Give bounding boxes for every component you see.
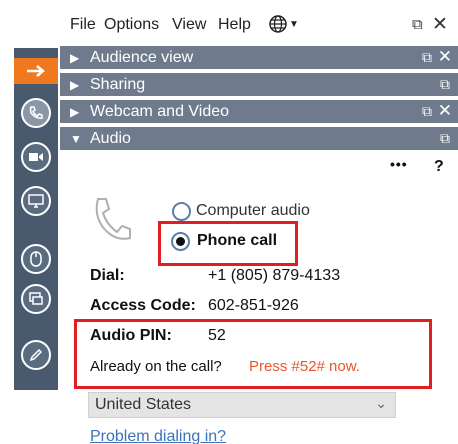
panel-title: Webcam and Video — [90, 103, 230, 120]
screen-share-toolbar-button[interactable] — [21, 186, 51, 216]
chevron-down-icon: ▼ — [289, 18, 299, 30]
menu-file[interactable]: File — [70, 16, 96, 34]
phone-call-radio[interactable] — [171, 232, 190, 251]
press-pin-instruction: Press #52# now. — [249, 358, 360, 375]
menu-view[interactable]: View — [172, 16, 206, 34]
monitor-icon — [28, 194, 44, 208]
dial-value: +1 (805) 879-4133 — [208, 267, 341, 284]
country-select-value: United States — [95, 396, 192, 413]
popout-icon[interactable]: ⧉ — [440, 130, 450, 147]
collapse-triangle-icon: ▼ — [70, 132, 82, 146]
computer-audio-radio[interactable] — [172, 202, 191, 221]
popout-icon[interactable]: ⧉ — [412, 16, 423, 33]
popout-icon[interactable]: ⧉ — [440, 76, 450, 93]
left-toolbar — [14, 48, 58, 390]
problem-dialing-link[interactable]: Problem dialing in? — [90, 428, 226, 444]
audio-pin-label: Audio PIN: — [90, 327, 172, 344]
language-menu[interactable]: ▼ — [268, 14, 299, 34]
popout-icon[interactable]: ⧉ — [422, 49, 432, 66]
chat-windows-icon — [29, 292, 43, 305]
menu-bar: File Options View Help ▼ ⧉ ✕ — [60, 6, 458, 42]
computer-audio-label[interactable]: Computer audio — [196, 202, 310, 220]
access-code-value: 602-851-926 — [208, 297, 299, 314]
dial-label: Dial: — [90, 267, 125, 284]
video-camera-icon — [29, 153, 43, 161]
panel-title: Audience view — [90, 49, 194, 66]
audio-panel: ••• ? Computer audio Phone call Dial: +1… — [60, 152, 458, 444]
phone-icon — [29, 106, 43, 119]
collapse-toolbar-button[interactable] — [14, 58, 58, 84]
audio-toolbar-button[interactable] — [21, 98, 51, 128]
already-on-call-text: Already on the call? — [90, 358, 222, 375]
more-options-button[interactable]: ••• — [390, 156, 408, 172]
expand-triangle-icon: ▶ — [70, 105, 80, 119]
popout-icon[interactable]: ⧉ — [422, 103, 432, 120]
help-button[interactable]: ? — [434, 158, 444, 176]
panel-sharing[interactable]: ▶ Sharing ⧉ — [60, 73, 458, 98]
country-select[interactable]: United States ⌄ — [88, 392, 396, 418]
arrow-right-icon — [27, 65, 45, 77]
menu-help[interactable]: Help — [218, 16, 251, 34]
access-code-label: Access Code: — [90, 297, 196, 314]
panel-title: Audio — [90, 130, 131, 147]
close-icon[interactable]: ✕ — [432, 13, 448, 36]
expand-triangle-icon: ▶ — [70, 51, 80, 65]
globe-icon — [269, 15, 287, 33]
drawing-toolbar-button[interactable] — [21, 340, 51, 370]
chat-toolbar-button[interactable] — [21, 284, 51, 314]
phone-call-label[interactable]: Phone call — [197, 232, 277, 250]
close-icon[interactable]: ✕ — [438, 47, 452, 67]
app-window: File Options View Help ▼ ⧉ ✕ ▶ Audience … — [0, 0, 458, 444]
webcam-toolbar-button[interactable] — [21, 142, 51, 172]
panel-audio[interactable]: ▼ Audio ⧉ — [60, 127, 458, 152]
chevron-down-icon: ⌄ — [375, 395, 387, 411]
panel-audience-view[interactable]: ▶ Audience view ⧉ ✕ — [60, 46, 458, 71]
mouse-toolbar-button[interactable] — [21, 244, 51, 274]
pencil-icon — [29, 348, 43, 362]
audio-pin-value: 52 — [208, 327, 226, 344]
close-icon[interactable]: ✕ — [438, 101, 452, 121]
panel-webcam-and-video[interactable]: ▶ Webcam and Video ⧉ ✕ — [60, 100, 458, 125]
panel-title: Sharing — [90, 76, 146, 93]
phone-icon — [95, 198, 131, 240]
expand-triangle-icon: ▶ — [70, 78, 80, 92]
menu-options[interactable]: Options — [104, 16, 159, 34]
mouse-icon — [30, 251, 42, 267]
